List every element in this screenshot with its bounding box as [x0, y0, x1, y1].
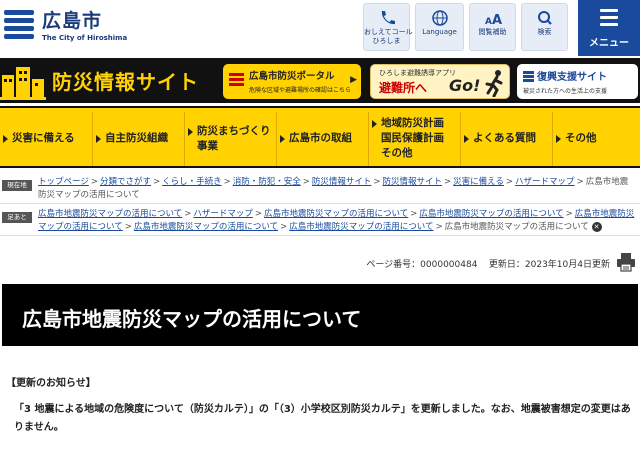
- notice-body: 「3 地震による地域の危険度について（防災カルテ）」の「（3）小学校区別防災カル…: [14, 404, 631, 433]
- triangle-right-icon: [188, 128, 193, 136]
- breadcrumb-link[interactable]: 防災情報サイト: [312, 177, 372, 187]
- breadcrumb-link[interactable]: トップページ: [38, 177, 89, 187]
- app-go-text: Go!: [449, 76, 481, 95]
- app-subtitle: ひろしま避難誘導アプリ: [379, 69, 456, 77]
- logo-name: 広島市: [42, 10, 103, 32]
- triangle-right-icon: [556, 135, 561, 143]
- city-emblem-icon: [4, 8, 36, 44]
- print-icon[interactable]: [616, 252, 636, 272]
- global-nav: 災害に備える 自主防災組織 防災まちづくり 事業 広島市の取組 地域防災計画 国…: [0, 106, 640, 168]
- page-title-bar: 広島市地震防災マップの活用について: [2, 284, 638, 346]
- town-illustration-icon: [0, 67, 46, 100]
- page-meta: ページ番号：0000000484 更新日：2023年10月4日更新: [340, 257, 610, 270]
- portal-title: 広島市防災ポータル: [249, 71, 335, 82]
- notice-heading: 【更新のお知らせ】: [6, 378, 96, 389]
- nav-item-town-planning[interactable]: 防災まちづくり 事業: [184, 112, 276, 166]
- hiroshima-call-button[interactable]: おしえてコール ひろしま: [363, 3, 413, 51]
- nav-label: 地域防災計画: [381, 117, 444, 129]
- history-link[interactable]: 広島市地震防災マップの活用について: [419, 209, 563, 219]
- chevron-right-icon: ▶: [350, 75, 357, 85]
- tool-label: Language: [422, 28, 457, 36]
- history-current: 広島市地震防災マップの活用について: [444, 222, 589, 232]
- breadcrumb-link[interactable]: 分類でさがす: [100, 177, 151, 187]
- history-trail: 広島市地震防災マップの活用について > ハザードマップ > 広島市地震防災マップの活用に…: [38, 209, 635, 232]
- reading-assist-button[interactable]: AA 閲覧補助: [469, 3, 516, 51]
- recovery-title: 復興支援サイト: [537, 72, 607, 83]
- page-title: 広島市地震防災マップの活用について: [22, 307, 362, 331]
- triangle-right-icon: [3, 135, 8, 143]
- nav-item-faq[interactable]: よくある質問: [460, 112, 552, 166]
- history-link[interactable]: 広島市地震防災マップの活用について: [264, 209, 408, 219]
- nav-item-plans[interactable]: 地域防災計画 国民保護計画 その他: [368, 112, 460, 166]
- portal-logo-icon: [229, 73, 244, 86]
- nav-item-initiatives[interactable]: 広島市の取組: [276, 112, 368, 166]
- triangle-right-icon: [280, 135, 285, 143]
- tool-label: 検索: [537, 28, 552, 36]
- history-breadcrumb: 足あと 広島市地震防災マップの活用について > ハザードマップ > 広島市地震防災マップ…: [0, 206, 640, 236]
- close-icon[interactable]: ✕: [591, 221, 602, 232]
- breadcrumb-tag: 現在地: [2, 180, 32, 191]
- nav-label: 事業: [197, 140, 218, 152]
- hamburger-icon: [600, 9, 618, 30]
- history-link[interactable]: ハザードマップ: [193, 209, 253, 219]
- history-link[interactable]: 広島市地震防災マップの活用について: [134, 222, 278, 232]
- menu-label: メニュー: [589, 38, 629, 49]
- nav-item-voluntary-org[interactable]: 自主防災組織: [92, 112, 184, 166]
- page-number: ページ番号：0000000484: [366, 260, 478, 270]
- site-header: 広島市 The City of Hiroshima おしえてコール ひろしま L…: [0, 0, 640, 56]
- portal-subtitle: 危険な区域や避難場所の確認はこちら: [249, 87, 352, 94]
- breadcrumb-link[interactable]: くらし・手続き: [162, 177, 222, 187]
- history-link[interactable]: 広島市地震防災マップの活用について: [289, 222, 433, 232]
- language-button[interactable]: Language: [415, 3, 464, 51]
- app-title: 避難所へ: [379, 81, 428, 95]
- nav-label: 広島市の取組: [289, 132, 352, 144]
- svg-text:A: A: [492, 13, 502, 26]
- nav-label: 防災まちづくり: [197, 125, 271, 137]
- nav-item-prepare[interactable]: 災害に備える: [0, 112, 92, 166]
- history-link[interactable]: 広島市地震防災マップの活用について: [38, 209, 182, 219]
- breadcrumb-link[interactable]: 消防・防犯・安全: [233, 177, 301, 187]
- nav-item-other[interactable]: その他: [552, 112, 640, 166]
- disaster-portal-banner[interactable]: 広島市防災ポータル 危険な区域や避難場所の確認はこちら ▶: [223, 64, 361, 99]
- nav-label: 国民保護計画: [381, 132, 444, 144]
- text-size-icon: AA: [485, 13, 502, 26]
- phone-icon: [381, 11, 395, 25]
- search-icon: [537, 11, 552, 25]
- disaster-site-banner: 防災情報サイト 広島市防災ポータル 危険な区域や避難場所の確認はこちら ▶ ひろ…: [0, 58, 640, 103]
- recovery-support-banner[interactable]: 復興支援サイト 被災された方への生活上の支援: [517, 64, 638, 99]
- nav-label: その他: [381, 147, 413, 159]
- breadcrumb-link[interactable]: ハザードマップ: [515, 177, 575, 187]
- search-button[interactable]: 検索: [521, 3, 568, 51]
- triangle-right-icon: [96, 135, 101, 143]
- recovery-subtitle: 被災された方への生活上の支援: [523, 88, 608, 95]
- history-tag: 足あと: [2, 212, 32, 223]
- nav-label: よくある質問: [473, 132, 536, 144]
- running-person-icon: [485, 70, 503, 97]
- tool-label: 閲覧補助: [478, 28, 507, 36]
- breadcrumb-link[interactable]: 災害に備える: [453, 177, 504, 187]
- nav-label: その他: [565, 132, 597, 144]
- menu-button[interactable]: メニュー: [578, 0, 640, 56]
- breadcrumb: 現在地 トップページ > 分類でさがす > くらし・手続き > 消防・防犯・安全 > 防災情報サ…: [0, 174, 640, 204]
- recovery-logo-icon: [523, 71, 534, 82]
- tool-label: おしえてコール: [364, 28, 413, 36]
- triangle-right-icon: [464, 135, 469, 143]
- updated-date: 更新日：2023年10月4日更新: [488, 260, 610, 270]
- nav-label: 自主防災組織: [105, 132, 168, 144]
- city-logo[interactable]: 広島市 The City of Hiroshima: [4, 6, 128, 50]
- tool-label: ひろしま: [372, 37, 401, 45]
- site-title: 防災情報サイト: [52, 70, 199, 94]
- globe-icon: [431, 10, 448, 26]
- breadcrumb-trail: トップページ > 分類でさがす > くらし・手続き > 消防・防犯・安全 > 防災情報サイト > 防…: [38, 177, 629, 200]
- svg-text:A: A: [485, 17, 492, 26]
- nav-label: 災害に備える: [12, 132, 75, 144]
- logo-subtitle: The City of Hiroshima: [42, 34, 128, 42]
- evacuation-app-banner[interactable]: ひろしま避難誘導アプリ 避難所へ Go!: [370, 64, 510, 99]
- triangle-right-icon: [372, 120, 377, 128]
- breadcrumb-link[interactable]: 防災情報サイト: [383, 177, 443, 187]
